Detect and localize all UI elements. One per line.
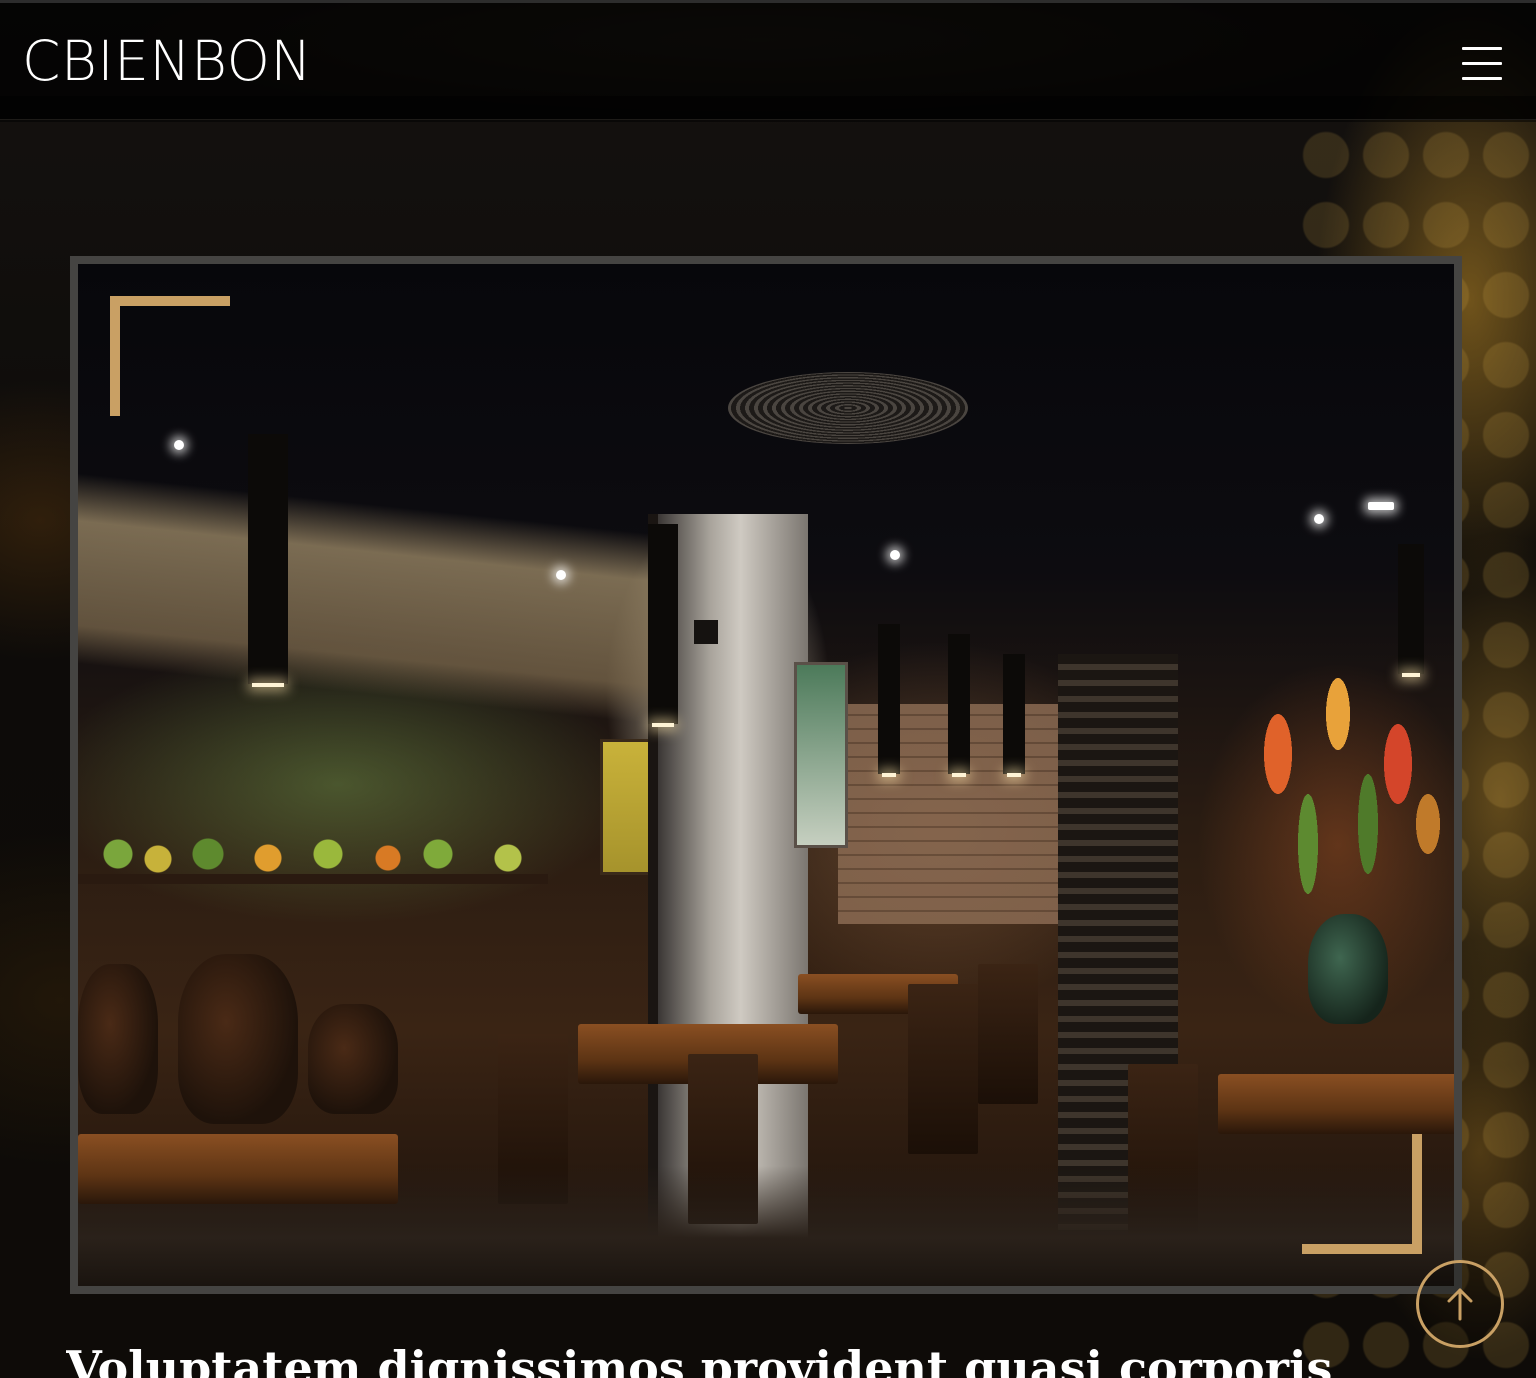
article-headline: Voluptatem dignissimos provident quasi c… — [66, 1341, 1333, 1378]
site-logo[interactable]: CBIENBON — [22, 29, 312, 93]
arrow-up-icon — [1447, 1288, 1473, 1321]
hamburger-menu-icon[interactable] — [1462, 47, 1502, 81]
restaurant-interior-photo — [78, 264, 1454, 1286]
corner-bracket-bottom-right — [1302, 1134, 1422, 1254]
back-to-top-button[interactable] — [1416, 1260, 1504, 1348]
site-header: CBIENBON — [0, 0, 1536, 122]
corner-bracket-top-left — [110, 296, 230, 416]
hero-image-frame — [70, 256, 1462, 1294]
